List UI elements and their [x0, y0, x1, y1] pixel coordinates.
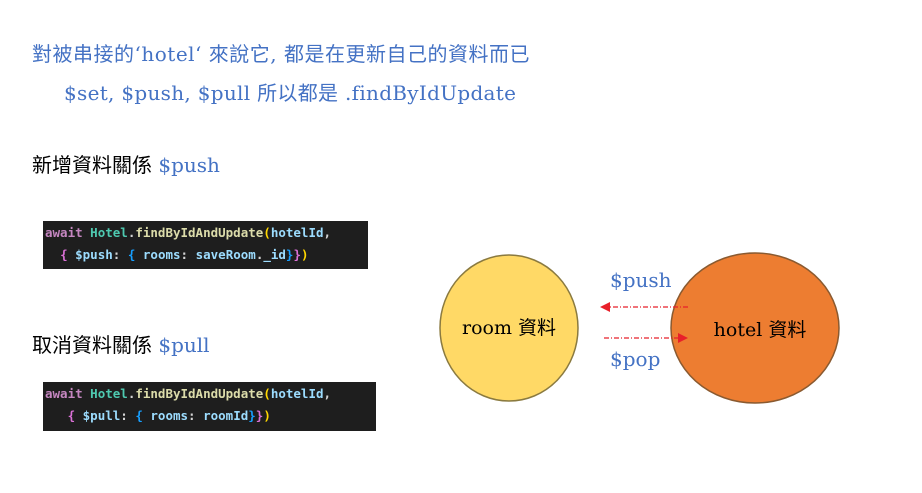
code-token: (: [263, 225, 271, 240]
code-token: :: [180, 247, 189, 262]
code-token: rooms: [150, 408, 189, 423]
code-token: await: [45, 225, 83, 240]
slide: 對被串接的‘hotel‘ 來說它, 都是在更新自己的資料而已 $set, $pu…: [0, 0, 922, 493]
push-code-block: await Hotel.findByIdAndUpdate(hotelId, {…: [43, 221, 368, 269]
pull-heading-text: 取消資料關係: [32, 333, 152, 357]
code-token: :: [188, 408, 196, 423]
push-heading-text: 新增資料關係: [32, 153, 152, 177]
push-code-line-1: await Hotel.findByIdAndUpdate(hotelId,: [43, 222, 368, 244]
push-operator: $push: [158, 153, 220, 177]
code-token: {: [135, 408, 143, 423]
code-token: $pull: [82, 408, 121, 423]
intro-line-1: 對被串接的‘hotel‘ 來說它, 都是在更新自己的資料而已: [32, 42, 530, 66]
pull-operator: $pull: [158, 333, 210, 357]
code-token: :: [120, 408, 128, 423]
pull-heading: 取消資料關係 $pull: [32, 329, 210, 358]
code-token: ,: [323, 225, 332, 240]
pull-code-block: await Hotel.findByIdAndUpdate(hotelId, {…: [43, 382, 376, 431]
code-token: ): [300, 247, 309, 262]
code-token: ,: [323, 386, 332, 401]
code-token: hotelId: [270, 386, 324, 401]
code-token: Hotel: [90, 225, 128, 240]
code-token: }: [293, 247, 301, 262]
code-token: findByIdAndUpdate: [135, 225, 264, 240]
code-token: (: [263, 386, 271, 401]
room-label: room 資料: [462, 317, 556, 339]
code-token: }: [248, 408, 256, 423]
code-token: roomId: [203, 408, 249, 423]
code-token: ): [263, 408, 271, 423]
pull-code-line-1: await Hotel.findByIdAndUpdate(hotelId,: [43, 383, 376, 405]
pop-arrow-label: $pop: [610, 347, 660, 371]
code-token: Hotel: [90, 386, 128, 401]
code-token: :: [112, 247, 121, 262]
intro-line-2: $set, $push, $pull 所以都是 .findByIdUpdate: [64, 81, 517, 105]
hotel-label: hotel 資料: [714, 319, 807, 341]
push-arrow-label: $push: [610, 268, 672, 292]
code-token: {: [127, 247, 136, 262]
code-token: $push: [75, 247, 113, 262]
code-token: await: [45, 386, 83, 401]
code-token: _id: [263, 247, 286, 262]
code-token: rooms: [142, 247, 181, 262]
code-token: {: [60, 247, 68, 262]
code-token: {: [67, 408, 76, 423]
code-token: hotelId: [270, 225, 324, 240]
relationship-diagram: room 資料 hotel 資料 $push $pop: [439, 252, 840, 404]
code-token: saveRoom: [195, 247, 256, 262]
push-heading: 新增資料關係 $push: [32, 149, 220, 178]
push-code-line-2: { $push: { rooms: saveRoom._id}}): [43, 244, 368, 266]
code-token: findByIdAndUpdate: [135, 386, 264, 401]
pull-code-line-2: { $pull: { rooms: roomId}}): [43, 405, 376, 427]
